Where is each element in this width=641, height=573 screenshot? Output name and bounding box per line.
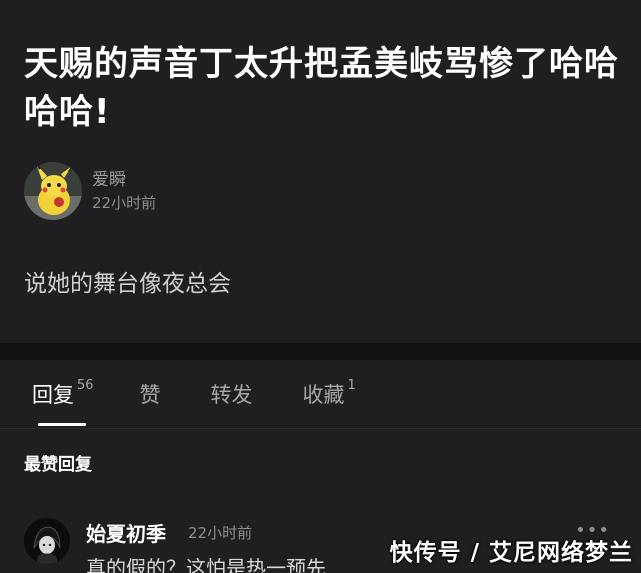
tab-favorites[interactable]: 收藏 1 bbox=[303, 360, 356, 428]
post-card: 天赐的声音丁太升把孟美岐骂惨了哈哈哈哈! 爱瞬 22小时前 说她的舞台像夜总会 bbox=[0, 0, 641, 343]
tab-likes[interactable]: 赞 bbox=[140, 360, 161, 428]
comment-time: 22小时前 bbox=[188, 524, 253, 542]
tab-favorites-label: 收藏 bbox=[302, 383, 345, 407]
active-tab-indicator bbox=[38, 423, 86, 426]
post-time: 22小时前 bbox=[92, 194, 157, 212]
top-replies-heading: 最赞回复 bbox=[24, 455, 92, 475]
tab-replies-count: 56 bbox=[77, 377, 94, 393]
author-avatar[interactable] bbox=[24, 162, 82, 220]
section-divider bbox=[0, 343, 641, 360]
tab-replies-label: 回复 bbox=[32, 383, 74, 407]
pikachu-avatar-icon bbox=[24, 162, 82, 220]
author-meta: 爱瞬 22小时前 bbox=[92, 168, 156, 214]
post-title: 天赐的声音丁太升把孟美岐骂惨了哈哈哈哈! bbox=[24, 44, 619, 132]
commenter-name[interactable]: 始夏初季 bbox=[86, 518, 166, 547]
author-name[interactable]: 爱瞬 bbox=[92, 168, 156, 192]
watermark: 快传号 / 艾尼网络梦兰 bbox=[389, 540, 633, 566]
tab-bar: 回复 56 赞 转发 收藏 1 bbox=[0, 360, 641, 429]
post-author[interactable]: 爱瞬 22小时前 bbox=[24, 162, 156, 220]
tab-favorites-count: 1 bbox=[347, 377, 356, 393]
tab-reposts-label: 转发 bbox=[210, 383, 253, 407]
page: 天赐的声音丁太升把孟美岐骂惨了哈哈哈哈! 爱瞬 22小时前 说她的舞台像夜总会 … bbox=[0, 0, 641, 573]
tab-likes-label: 赞 bbox=[139, 383, 161, 407]
comment-text: 真的假的？这怕是热一预先 bbox=[86, 556, 326, 573]
anime-avatar-icon bbox=[24, 518, 70, 564]
tab-replies[interactable]: 回复 56 bbox=[32, 360, 94, 428]
commenter-avatar[interactable] bbox=[24, 518, 70, 564]
tab-reposts[interactable]: 转发 bbox=[211, 360, 253, 428]
post-content: 说她的舞台像夜总会 bbox=[24, 271, 231, 297]
